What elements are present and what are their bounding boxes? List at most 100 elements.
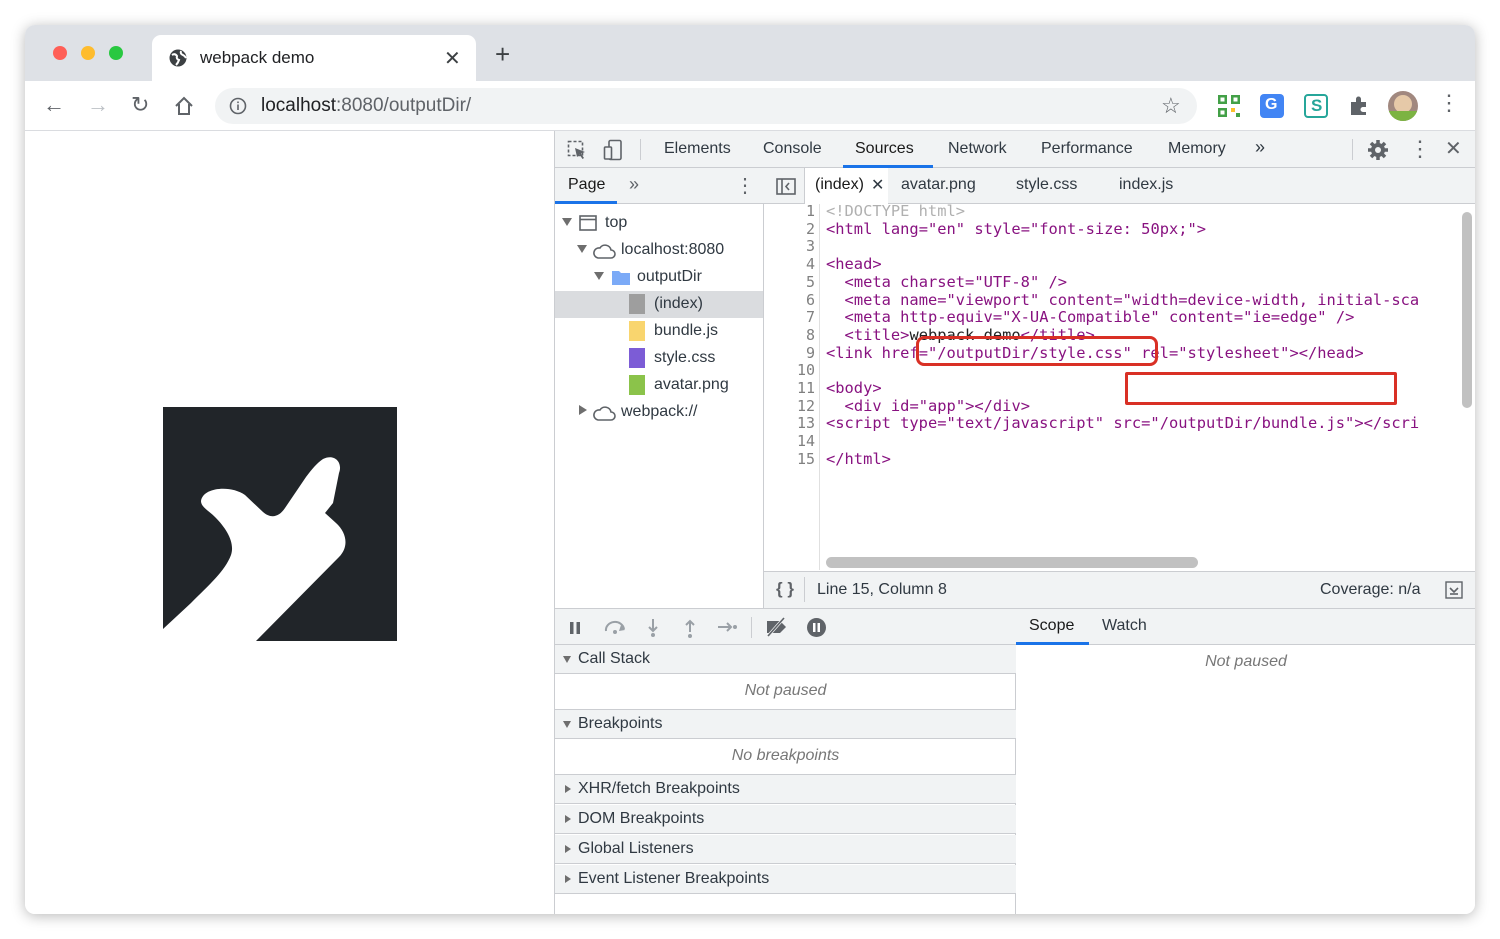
line-number[interactable]: 2	[806, 220, 815, 239]
profile-avatar[interactable]	[1388, 91, 1418, 121]
line-number[interactable]: 5	[806, 273, 815, 292]
settings-gear-icon[interactable]	[1367, 139, 1389, 161]
expand-arrow-icon[interactable]	[562, 218, 572, 226]
line-number[interactable]: 9	[806, 344, 815, 363]
bookmark-star-icon[interactable]: ☆	[1161, 93, 1181, 119]
editor-tab-index-js[interactable]: index.js	[1119, 176, 1173, 194]
expand-arrow-icon[interactable]	[577, 245, 587, 253]
code-line[interactable]: <div id="app"></div>	[826, 397, 1030, 416]
tab-sources[interactable]: Sources	[855, 140, 914, 158]
line-number[interactable]: 10	[797, 362, 815, 380]
collapse-arrow-icon[interactable]	[565, 875, 571, 883]
browser-tab[interactable]: webpack demo ✕	[152, 35, 476, 81]
editor-tab-avatar-png[interactable]: avatar.png	[901, 176, 976, 194]
tab-performance[interactable]: Performance	[1041, 140, 1133, 158]
line-number[interactable]: 15	[797, 450, 815, 469]
pause-on-exceptions-icon[interactable]	[806, 617, 827, 638]
code-line[interactable]: <meta name="viewport" content="width=dev…	[826, 291, 1420, 310]
expand-arrow-icon[interactable]	[563, 721, 571, 728]
url-text[interactable]: localhost:8080/outputDir/	[261, 95, 471, 117]
maximize-window-button[interactable]	[109, 46, 123, 60]
collapse-arrow-icon[interactable]	[565, 845, 571, 853]
toggle-navigator-icon[interactable]	[776, 178, 796, 195]
line-number[interactable]: 8	[806, 326, 815, 345]
minimize-window-button[interactable]	[81, 46, 95, 60]
step-out-icon[interactable]	[684, 618, 696, 638]
code-line[interactable]: <!DOCTYPE html>	[826, 204, 965, 221]
qr-extension-icon[interactable]	[1217, 94, 1241, 118]
pretty-print-icon[interactable]: { }	[776, 579, 794, 599]
line-number[interactable]: 1	[806, 202, 815, 221]
address-bar[interactable]: localhost:8080/outputDir/ ☆	[215, 88, 1197, 124]
line-number[interactable]: 7	[806, 308, 815, 327]
expand-arrow-icon[interactable]	[594, 272, 604, 280]
extensions-puzzle-icon[interactable]	[1347, 94, 1371, 118]
line-number[interactable]: 11	[797, 379, 815, 398]
section-xhr-breakpoints[interactable]: XHR/fetch Breakpoints	[555, 775, 1016, 804]
pause-icon[interactable]	[569, 621, 581, 635]
line-number[interactable]: 4	[806, 255, 815, 274]
line-number[interactable]: 12	[797, 397, 815, 416]
new-tab-button[interactable]: +	[495, 41, 510, 67]
collapse-arrow-icon[interactable]	[565, 815, 571, 823]
tree-item-avatar-png[interactable]: avatar.png	[555, 372, 763, 399]
section-breakpoints[interactable]: Breakpoints	[555, 710, 1016, 739]
code-line[interactable]: <meta charset="UTF-8" />	[826, 273, 1068, 292]
tab-elements[interactable]: Elements	[664, 140, 731, 158]
collapse-arrow-icon[interactable]	[579, 405, 587, 415]
line-number[interactable]: 3	[806, 238, 815, 256]
coverage-toggle-icon[interactable]	[1445, 581, 1463, 599]
tab-page[interactable]: Page	[568, 176, 605, 194]
collapse-arrow-icon[interactable]	[565, 785, 571, 793]
device-toolbar-icon[interactable]	[603, 139, 623, 161]
deactivate-breakpoints-icon[interactable]	[764, 617, 790, 637]
s-extension-icon[interactable]: S	[1304, 94, 1328, 118]
step-over-icon[interactable]	[603, 619, 629, 635]
close-tab-icon[interactable]: ✕	[871, 175, 884, 195]
code-line[interactable]: </html>	[826, 450, 891, 469]
step-into-icon[interactable]	[647, 618, 659, 638]
tab-watch[interactable]: Watch	[1102, 617, 1147, 635]
tree-item-bundle-js[interactable]: bundle.js	[555, 318, 763, 345]
tree-item-webpack[interactable]: webpack://	[555, 399, 763, 426]
code-line[interactable]: <body>	[826, 379, 882, 398]
tree-item-style-css[interactable]: style.css	[555, 345, 763, 372]
translate-extension-icon[interactable]: G	[1260, 94, 1284, 118]
tree-item-index[interactable]: (index)	[555, 291, 763, 318]
horizontal-scrollbar[interactable]	[826, 557, 1198, 568]
editor-tab-index-active[interactable]: (index) ✕	[805, 168, 888, 204]
code-line[interactable]: <meta http-equiv="X-UA-Compatible" conte…	[826, 308, 1355, 327]
tab-memory[interactable]: Memory	[1168, 140, 1226, 158]
tree-item-outputdir[interactable]: outputDir	[555, 264, 763, 291]
inspect-element-icon[interactable]	[567, 140, 587, 160]
tab-close-icon[interactable]: ✕	[444, 46, 461, 71]
section-event-listener-breakpoints[interactable]: Event Listener Breakpoints	[555, 865, 1016, 894]
close-devtools-icon[interactable]: ✕	[1445, 136, 1462, 161]
tree-item-top[interactable]: top	[555, 210, 763, 237]
line-number[interactable]: 14	[797, 432, 815, 451]
tree-item-localhost[interactable]: localhost:8080	[555, 237, 763, 264]
line-number[interactable]: 13	[797, 415, 815, 433]
tab-network[interactable]: Network	[948, 140, 1007, 158]
code-line[interactable]: <head>	[826, 255, 882, 274]
code-line[interactable]: <script type="text/javascript" src="/out…	[826, 415, 1419, 433]
browser-menu-icon[interactable]: ⋮	[1438, 91, 1460, 115]
devtools-menu-icon[interactable]: ⋮	[1409, 136, 1431, 162]
tab-console[interactable]: Console	[763, 140, 822, 158]
more-tabs-chevron-icon[interactable]: »	[1255, 137, 1265, 158]
editor-tab-style-css[interactable]: style.css	[1016, 176, 1077, 194]
back-icon[interactable]: ←	[43, 93, 65, 117]
section-dom-breakpoints[interactable]: DOM Breakpoints	[555, 805, 1016, 834]
line-number[interactable]: 6	[806, 291, 815, 310]
reload-icon[interactable]: ↻	[131, 93, 149, 117]
code-line[interactable]: <html lang="en" style="font-size: 50px;"…	[826, 220, 1206, 239]
section-call-stack[interactable]: Call Stack	[555, 645, 1016, 674]
more-navigator-tabs-icon[interactable]: »	[629, 174, 639, 195]
info-icon[interactable]	[229, 97, 247, 115]
home-icon[interactable]	[173, 95, 195, 117]
step-icon[interactable]	[717, 621, 739, 633]
expand-arrow-icon[interactable]	[563, 656, 571, 663]
section-global-listeners[interactable]: Global Listeners	[555, 835, 1016, 864]
vertical-scrollbar[interactable]	[1462, 212, 1472, 408]
close-window-button[interactable]	[53, 46, 67, 60]
